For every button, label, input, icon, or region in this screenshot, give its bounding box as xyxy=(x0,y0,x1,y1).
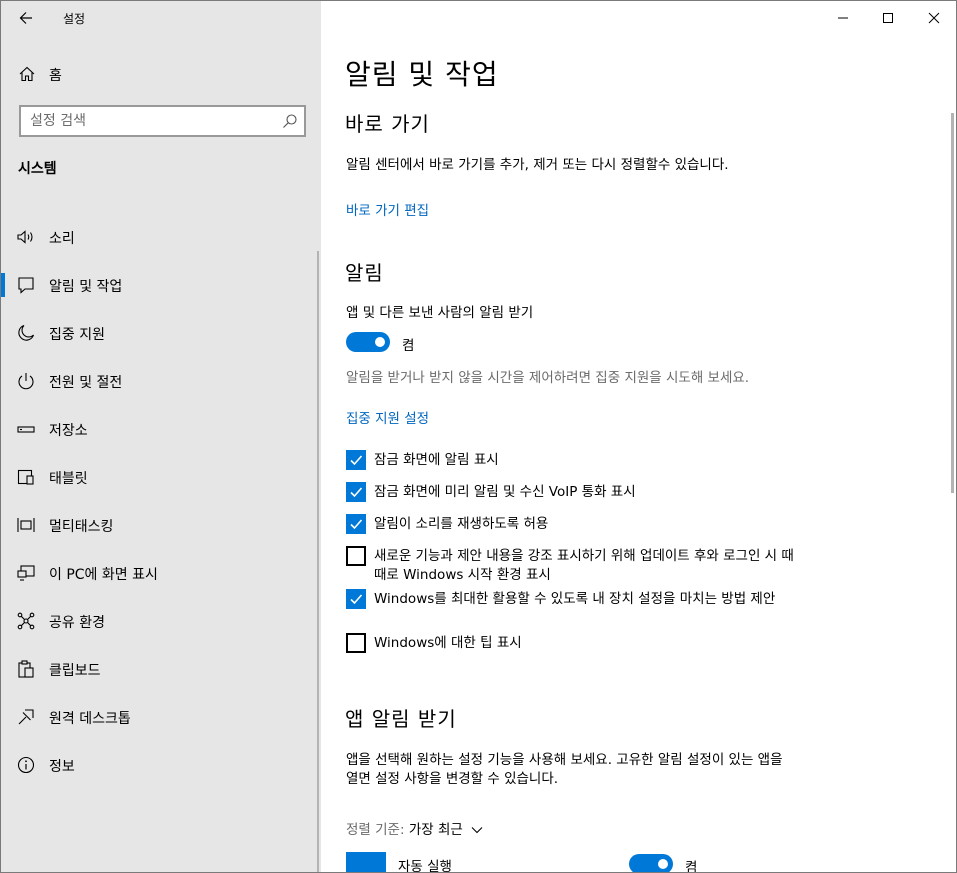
checkmark-icon xyxy=(350,519,363,530)
sidebar-item-home[interactable]: 홈 xyxy=(1,56,321,92)
checkbox-welcome-experience[interactable] xyxy=(346,546,366,566)
sidebar-item-label: 전원 및 절전 xyxy=(49,375,123,391)
checkmark-icon xyxy=(350,594,363,605)
checkmark-icon xyxy=(350,487,363,498)
sidebar-item-about[interactable]: 정보 xyxy=(1,743,321,787)
checkbox-label: 잠금 화면에 알림 표시 xyxy=(374,452,499,468)
sidebar-item-label: 멀티태스킹 xyxy=(49,519,114,535)
multitasking-icon xyxy=(17,518,35,532)
storage-icon xyxy=(17,426,35,433)
search-input[interactable] xyxy=(21,107,271,135)
project-icon xyxy=(17,565,35,581)
sidebar: 설정 홈 시스템 소리 xyxy=(1,1,321,872)
sidebar-item-storage[interactable]: 저장소 xyxy=(1,407,321,451)
notification-icon xyxy=(18,277,34,294)
remote-desktop-icon xyxy=(18,709,34,725)
moon-icon xyxy=(18,324,35,341)
sidebar-item-label: 클립보드 xyxy=(49,663,101,679)
sidebar-item-remote-desktop[interactable]: 원격 데스크톱 xyxy=(1,695,321,739)
sort-dropdown[interactable]: 정렬 기준: 가장 최근 xyxy=(346,818,483,838)
clipboard-icon xyxy=(18,660,34,678)
sidebar-item-project[interactable]: 이 PC에 화면 표시 xyxy=(1,551,321,595)
info-icon xyxy=(17,756,35,774)
shortcuts-description: 알림 센터에서 바로 가기를 추가, 제거 또는 다시 정렬할수 있습니다. xyxy=(346,157,729,173)
app-notifications-heading: 앱 알림 받기 xyxy=(345,707,457,731)
sidebar-item-label: 공유 환경 xyxy=(49,615,105,631)
sidebar-item-label: 소리 xyxy=(49,231,75,247)
checkbox-setup-suggestions[interactable] xyxy=(346,589,366,609)
sidebar-item-label: 원격 데스크톱 xyxy=(49,711,131,727)
chevron-down-icon xyxy=(471,827,483,834)
checkbox-lock-screen-notifications[interactable] xyxy=(346,450,366,470)
tablet-icon xyxy=(17,469,34,485)
sidebar-item-label: 알림 및 작업 xyxy=(49,279,123,295)
window-title: 설정 xyxy=(63,12,86,26)
search-icon[interactable] xyxy=(282,113,298,129)
title-bar: 설정 xyxy=(1,1,321,35)
focus-assist-hint: 알림을 받거나 받지 않을 시간을 제어하려면 집중 지원을 시도해 보세요. xyxy=(346,370,750,386)
sidebar-item-multitasking[interactable]: 멀티태스킹 xyxy=(1,503,321,547)
settings-window: 설정 홈 시스템 소리 xyxy=(0,0,957,873)
focus-assist-settings-link[interactable]: 집중 지원 설정 xyxy=(346,407,429,427)
page-title: 알림 및 작업 xyxy=(345,58,499,91)
app-notifications-description: 앱을 선택해 원하는 설정 기능을 사용해 보세요. 고유한 알림 설정이 있는… xyxy=(346,752,783,787)
sidebar-item-label: 정보 xyxy=(49,759,75,775)
sidebar-item-sound[interactable]: 소리 xyxy=(1,215,321,259)
app-toggle-state: 켬 xyxy=(685,860,698,873)
sort-label: 정렬 기준: xyxy=(346,822,405,838)
checkbox-label: Windows를 최대한 활용할 수 있도록 내 장치 설정을 마치는 방법 제… xyxy=(374,591,776,607)
sidebar-item-shared-experiences[interactable]: 공유 환경 xyxy=(1,599,321,643)
checkbox-label: 새로운 기능과 제안 내용을 강조 표시하기 위해 업데이트 후와 로그인 시 … xyxy=(374,548,794,583)
speaker-icon xyxy=(17,230,33,244)
notifications-toggle-caption: 앱 및 다른 보낸 사람의 알림 받기 xyxy=(346,305,534,321)
sidebar-item-focus-assist[interactable]: 집중 지원 xyxy=(1,311,321,355)
sidebar-item-label: 태블릿 xyxy=(49,471,88,487)
notifications-toggle[interactable] xyxy=(346,332,390,352)
edit-shortcuts-link[interactable]: 바로 가기 편집 xyxy=(346,199,429,219)
section-title: 시스템 xyxy=(18,161,57,177)
app-icon-autoplay xyxy=(346,852,386,872)
shared-experiences-icon xyxy=(17,612,35,630)
home-icon xyxy=(19,66,35,82)
checkbox-lock-screen-reminders[interactable] xyxy=(346,482,366,502)
sort-value: 가장 최근 xyxy=(408,822,463,838)
notifications-toggle-state: 켬 xyxy=(402,338,415,354)
main-scrollbar[interactable] xyxy=(951,113,954,493)
sidebar-scrollbar[interactable] xyxy=(317,251,319,872)
app-name: 자동 실행 xyxy=(398,859,452,873)
sidebar-item-label: 이 PC에 화면 표시 xyxy=(49,567,158,583)
checkbox-windows-tips[interactable] xyxy=(346,633,366,653)
back-arrow-icon xyxy=(19,12,32,24)
checkmark-icon xyxy=(350,455,363,466)
power-icon xyxy=(18,373,34,390)
back-button[interactable] xyxy=(13,5,39,31)
checkbox-label: 알림이 소리를 재생하도록 허용 xyxy=(374,516,549,532)
sidebar-item-notifications[interactable]: 알림 및 작업 xyxy=(1,263,321,307)
sidebar-item-power[interactable]: 전원 및 절전 xyxy=(1,359,321,403)
sidebar-item-label: 집중 지원 xyxy=(49,327,105,343)
checkbox-label: 잠금 화면에 미리 알림 및 수신 VoIP 통화 표시 xyxy=(374,484,636,500)
sidebar-item-label: 홈 xyxy=(49,68,62,84)
notifications-heading: 알림 xyxy=(345,261,384,285)
app-notifications-toggle[interactable] xyxy=(629,854,673,872)
sidebar-item-label: 저장소 xyxy=(49,423,88,439)
shortcuts-heading: 바로 가기 xyxy=(345,112,430,136)
checkbox-notification-sounds[interactable] xyxy=(346,514,366,534)
search-box[interactable] xyxy=(19,105,306,137)
checkbox-label: Windows에 대한 팁 표시 xyxy=(374,635,522,651)
main-content: 알림 및 작업 바로 가기 알림 센터에서 바로 가기를 추가, 제거 또는 다… xyxy=(321,1,956,873)
sidebar-item-tablet[interactable]: 태블릿 xyxy=(1,455,321,499)
sidebar-item-clipboard[interactable]: 클립보드 xyxy=(1,647,321,691)
